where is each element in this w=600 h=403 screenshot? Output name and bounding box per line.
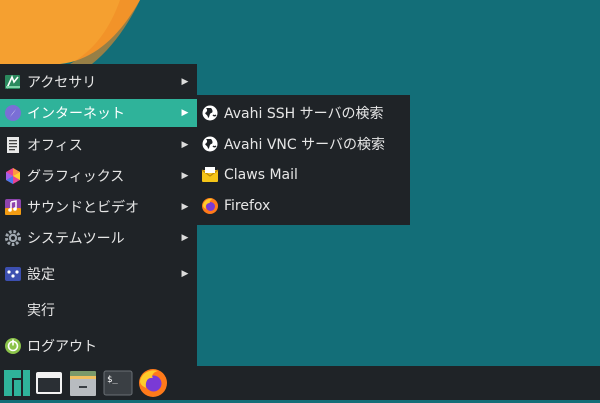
submenu-item-claws-mail[interactable]: Claws Mail <box>197 161 410 189</box>
graphics-palette-icon <box>4 167 22 185</box>
menu-item-office[interactable]: オフィス ▶ <box>0 131 197 159</box>
globe-icon <box>201 104 219 122</box>
menu-item-sound-video[interactable]: サウンドとビデオ ▶ <box>0 193 197 221</box>
terminal-icon[interactable]: $_ <box>102 367 134 399</box>
menu-item-label: 実行 <box>27 303 55 319</box>
menu-item-logout[interactable]: ログアウト <box>0 332 197 360</box>
terminal-prompt-text: $_ <box>107 375 118 385</box>
application-menu: アクセサリ ▶ インターネット ▶ オフィス ▶ グラフィックス ▶ サウンドと… <box>0 64 197 366</box>
firefox-icon <box>201 197 219 215</box>
menu-item-settings[interactable]: 設定 ▶ <box>0 260 197 288</box>
manjaro-menu-icon[interactable] <box>1 367 33 399</box>
logout-icon <box>4 337 22 355</box>
settings-icon <box>4 265 22 283</box>
multimedia-icon <box>4 198 22 216</box>
menu-item-graphics[interactable]: グラフィックス ▶ <box>0 162 197 190</box>
menu-item-label: システムツール <box>27 231 125 247</box>
submenu-arrow-icon: ▶ <box>181 108 189 118</box>
submenu-arrow-icon: ▶ <box>181 171 189 181</box>
submenu-arrow-icon: ▶ <box>181 77 189 87</box>
menu-item-run[interactable]: 実行 <box>0 296 197 324</box>
menu-item-label: 設定 <box>27 267 55 283</box>
system-gear-icon <box>4 229 22 247</box>
submenu-arrow-icon: ▶ <box>181 269 189 279</box>
menu-item-label: インターネット <box>27 106 125 122</box>
submenu-arrow-icon: ▶ <box>181 233 189 243</box>
submenu-item-avahi-ssh[interactable]: Avahi SSH サーバの検索 <box>197 99 410 127</box>
menu-item-internet[interactable]: インターネット ▶ <box>0 99 197 127</box>
submenu-item-label: Avahi SSH サーバの検索 <box>224 106 384 122</box>
menu-item-label: サウンドとビデオ <box>27 200 139 216</box>
menu-item-label: グラフィックス <box>27 169 125 185</box>
firefox-launcher-icon[interactable] <box>137 367 169 399</box>
menu-item-system-tools[interactable]: システムツール ▶ <box>0 224 197 252</box>
file-manager-icon[interactable] <box>67 367 99 399</box>
empty-icon-slot <box>4 301 22 319</box>
menu-item-label: オフィス <box>27 138 83 154</box>
submenu-item-firefox[interactable]: Firefox <box>197 192 410 220</box>
taskbar: $_ <box>0 366 600 400</box>
menu-item-label: アクセサリ <box>27 75 97 91</box>
show-desktop-icon[interactable] <box>33 367 65 399</box>
internet-submenu: Avahi SSH サーバの検索 Avahi VNC サーバの検索 Claws … <box>197 95 410 225</box>
submenu-item-label: Avahi VNC サーバの検索 <box>224 137 385 153</box>
submenu-item-avahi-vnc[interactable]: Avahi VNC サーバの検索 <box>197 130 410 158</box>
submenu-item-label: Claws Mail <box>224 167 298 183</box>
submenu-arrow-icon: ▶ <box>181 140 189 150</box>
globe-icon <box>201 135 219 153</box>
menu-item-label: ログアウト <box>27 339 97 355</box>
accessories-icon <box>4 73 22 91</box>
menu-item-accessories[interactable]: アクセサリ ▶ <box>0 68 197 96</box>
office-document-icon <box>4 136 22 154</box>
internet-compass-icon <box>4 104 22 122</box>
submenu-item-label: Firefox <box>224 198 271 214</box>
submenu-arrow-icon: ▶ <box>181 202 189 212</box>
mail-envelope-icon <box>201 166 219 184</box>
